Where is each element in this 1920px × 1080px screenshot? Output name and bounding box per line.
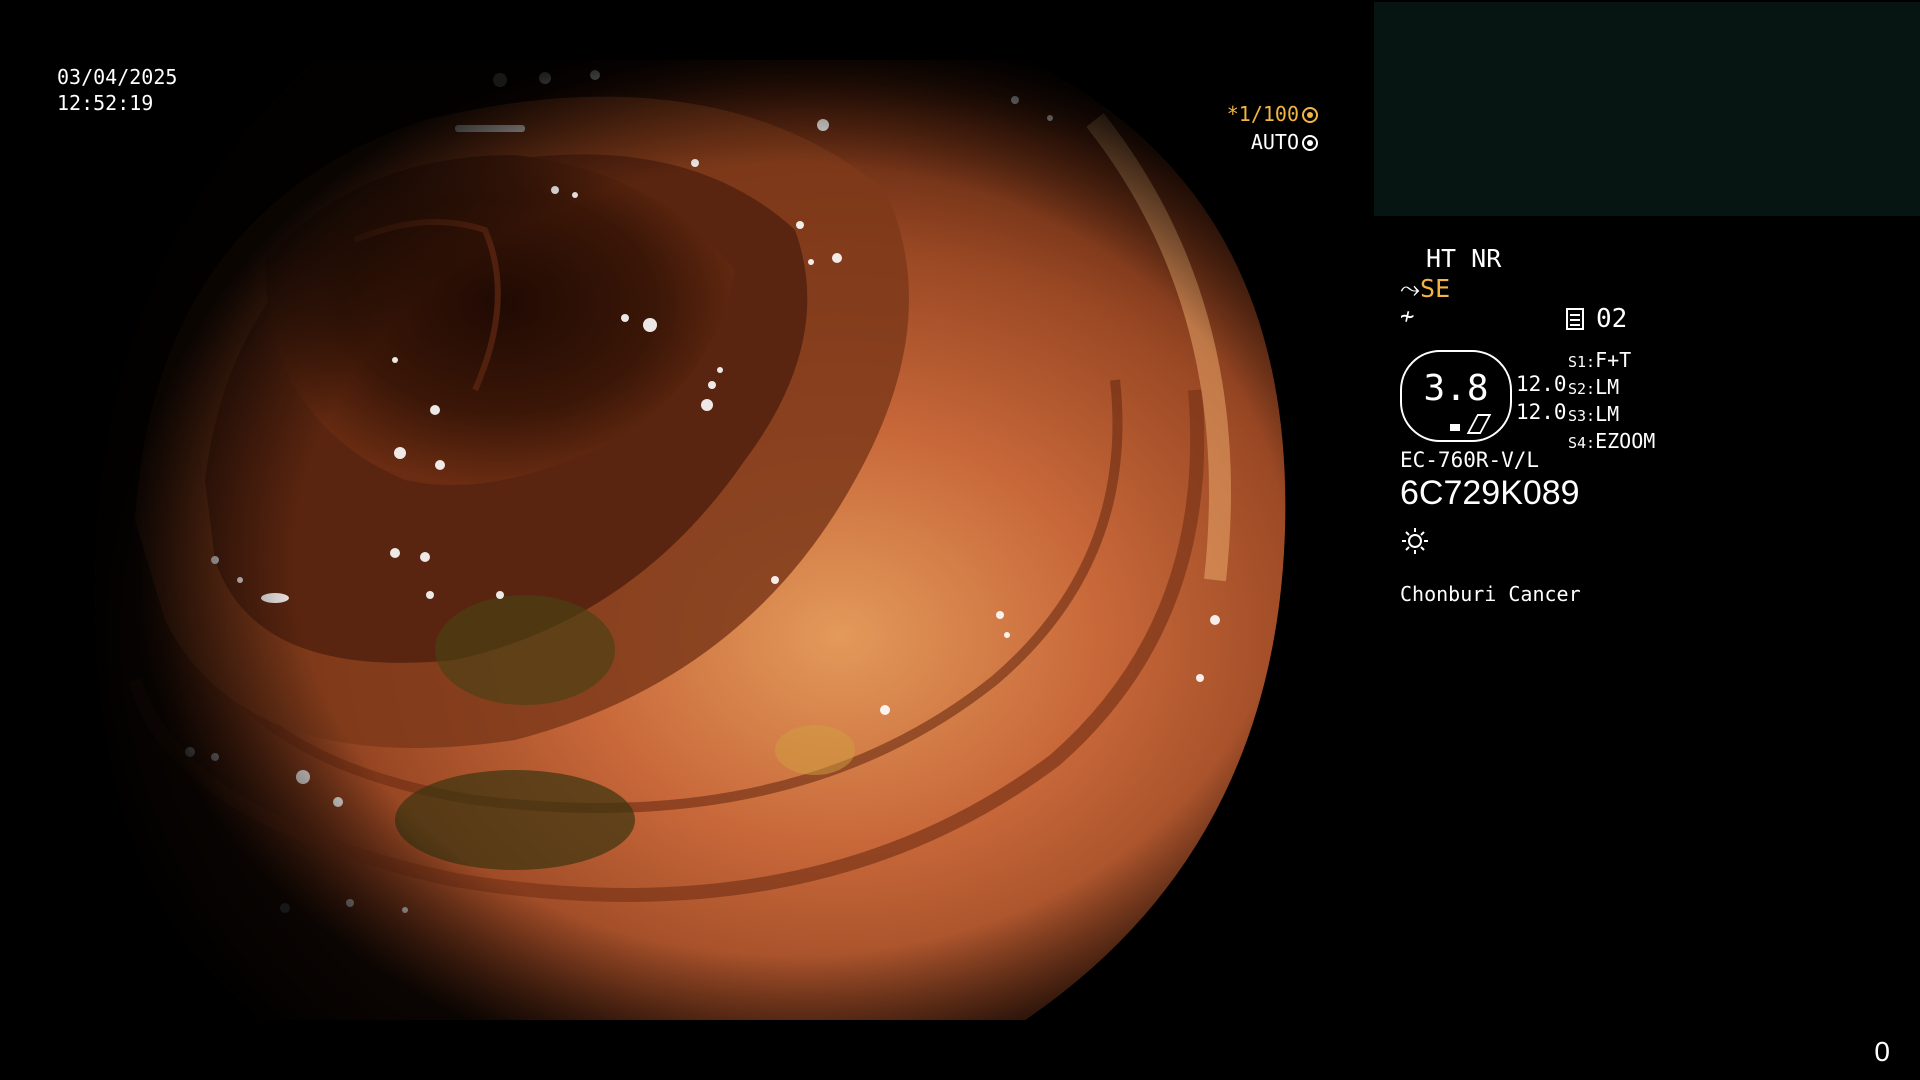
gauge: 3.8: [1400, 350, 1512, 442]
gauge-readings: 12.0 12.0: [1516, 370, 1567, 426]
gauge-reading-top: 12.0: [1516, 372, 1567, 396]
switch-key: S3:: [1568, 407, 1596, 425]
switch-value: LM: [1595, 402, 1620, 426]
page-icon: [1566, 308, 1584, 330]
switch-key: S2:: [1568, 380, 1596, 398]
exam-time: 12:52:19: [57, 91, 154, 115]
scope-model: EC-760R-V/L: [1400, 448, 1540, 472]
gauge-value: 3.8: [1423, 368, 1489, 409]
light-icon: [1402, 528, 1428, 554]
switch-key: S1:: [1568, 353, 1596, 371]
enhancement-icon: ≁: [1400, 302, 1415, 330]
gauge-marker: [1450, 424, 1460, 431]
structure-icon: ⤳: [1400, 274, 1421, 303]
structure-mode: SE: [1420, 274, 1451, 303]
scope-serial: 6C729K089: [1400, 474, 1580, 512]
exam-date: 03/04/2025: [57, 65, 178, 89]
switch-row: S1:F+T: [1568, 348, 1655, 375]
corner-counter: 0: [1874, 1036, 1890, 1067]
thumbnail-area: [1374, 2, 1920, 216]
switch-row: S4:EZOOM: [1568, 429, 1655, 456]
iris-icon: [1302, 135, 1318, 151]
switch-key: S4:: [1568, 434, 1596, 452]
switch-value: EZOOM: [1595, 429, 1656, 453]
shutter-icon: [1302, 107, 1318, 123]
switch-row: S3:LM: [1568, 402, 1655, 429]
gauge-tilt-icon: [1466, 414, 1492, 434]
datetime-overlay: 03/04/2025 12:52:19: [57, 64, 177, 116]
iris-mode: AUTO: [1250, 130, 1299, 154]
facility-name: Chonburi Cancer: [1400, 582, 1581, 606]
endoscope-image: [95, 60, 1295, 1020]
switch-value: LM: [1595, 375, 1620, 399]
switch-settings: S1:F+T S2:LM S3:LM S4:EZOOM: [1568, 348, 1655, 456]
switch-value: F+T: [1595, 348, 1632, 372]
exposure-readout: *1/100 AUTO: [1227, 100, 1318, 156]
switch-row: S2:LM: [1568, 375, 1655, 402]
info-panel: HT NR ⤳SE ≁ 02 3.8 12.0 12.0 S1:F+T S2:L…: [1400, 240, 1900, 640]
page-number: 02: [1596, 304, 1628, 334]
gauge-reading-bottom: 12.0: [1516, 400, 1567, 424]
shutter-speed: *1/100: [1226, 102, 1299, 126]
enhancement-label: HT NR: [1426, 244, 1502, 273]
structure-enhancement-row: ⤳SE: [1400, 274, 1450, 304]
